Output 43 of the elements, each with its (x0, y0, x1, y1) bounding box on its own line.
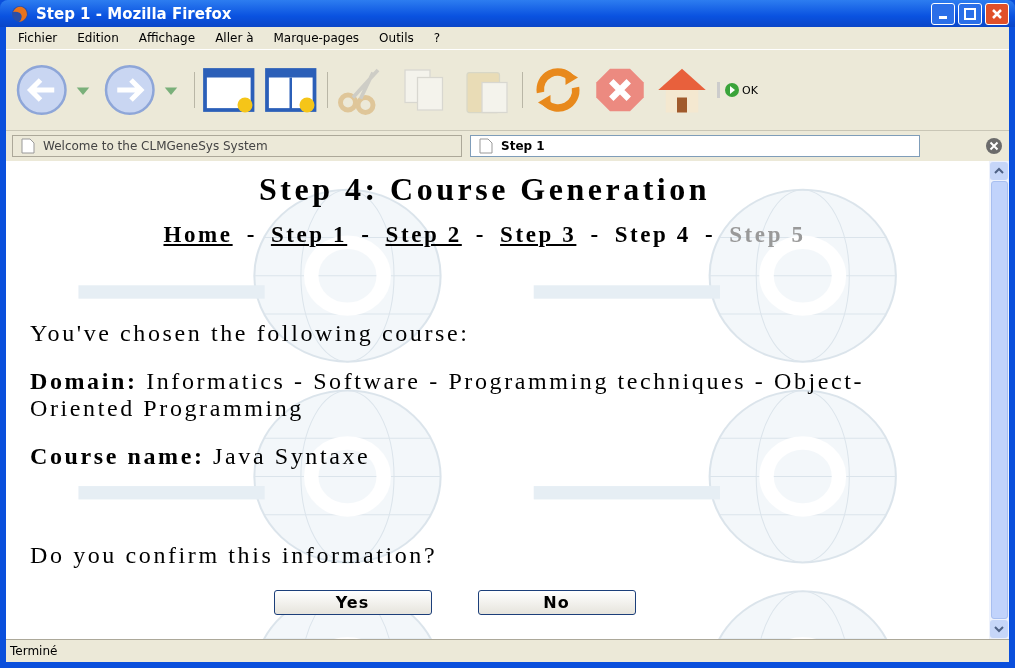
menu-item[interactable]: Fichier (18, 31, 58, 45)
step-link[interactable]: Home (163, 222, 233, 248)
go-button[interactable]: OK (717, 82, 758, 98)
tab[interactable]: Step 1 (470, 135, 920, 157)
close-icon (991, 7, 1003, 20)
tab[interactable]: Welcome to the CLMGeneSys System (12, 135, 462, 157)
course-name-text: Course name: Java Syntaxe (30, 442, 372, 471)
minimize-button[interactable] (931, 2, 955, 25)
answer-button[interactable]: Yes (273, 589, 432, 615)
separator-text: - (590, 222, 601, 248)
menu-item[interactable]: Aller à (215, 31, 254, 45)
separator-text: - (246, 222, 257, 248)
step-label: Step 5 (729, 222, 806, 248)
scroll-down-icon[interactable] (990, 620, 1008, 638)
menu-item[interactable]: Outils (379, 31, 414, 45)
maximize-icon (964, 7, 976, 20)
window-title: Step 1 - Mozilla Firefox (36, 4, 233, 23)
maximize-button[interactable] (958, 2, 982, 25)
separator-text: - (704, 222, 716, 248)
menu-item[interactable]: ? (433, 31, 441, 45)
browser-logo-icon (10, 3, 30, 24)
minimize-icon (939, 16, 947, 19)
question-text: Do you confirm this information? (30, 542, 439, 570)
intro-text: You've chosen the following course: (30, 320, 471, 348)
domain-text: Domain: Informatics - Software - Programming techniques - Object-Oriented Programming (30, 367, 866, 423)
close-button[interactable] (985, 2, 1009, 25)
separator-text: - (475, 222, 487, 248)
answer-button[interactable]: No (477, 589, 636, 615)
menu-item[interactable]: Affichage (138, 31, 196, 45)
vertical-scrollbar[interactable] (989, 161, 1009, 639)
page-icon (21, 138, 35, 154)
status-text: Terminé (10, 644, 58, 658)
menu-item[interactable]: Marque-pages (273, 31, 360, 45)
page-heading: Step 4: Course Generation (258, 171, 711, 208)
page-icon (479, 138, 493, 154)
menu-item[interactable]: Edition (77, 31, 119, 45)
step-label: Step 4 (614, 222, 691, 248)
separator-text: - (361, 222, 372, 248)
close-tab-icon[interactable] (985, 137, 1003, 155)
step-link[interactable]: Step 2 (385, 222, 462, 248)
step-link[interactable]: Step 3 (500, 222, 577, 248)
step-link[interactable]: Step 1 (270, 222, 348, 248)
scroll-up-icon[interactable] (990, 162, 1008, 180)
